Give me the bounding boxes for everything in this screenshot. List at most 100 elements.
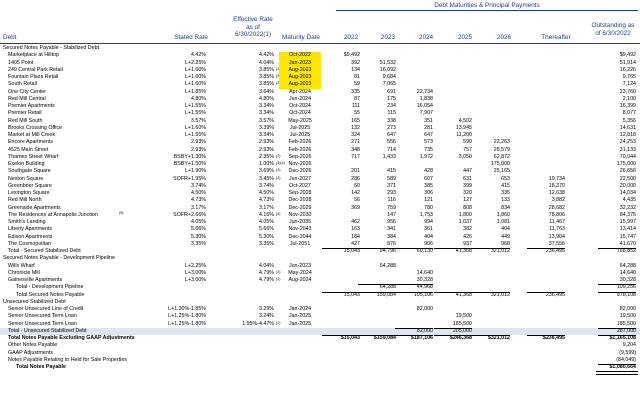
- cell-outstanding: 14,631: [619, 124, 636, 131]
- cell-2023: 371: [387, 182, 396, 189]
- effective-rate: 3.34%: [258, 132, 274, 138]
- subtotal-rule: [434, 248, 472, 249]
- cell-outstanding: 4,435: [622, 197, 636, 204]
- cell-outstanding: 9,204: [622, 342, 636, 349]
- maturity-date: Jan-2023: [279, 59, 321, 67]
- table-row: Wills Wharf L+2.25% 4.04% Jun-2023 64,288 64,…: [0, 263, 640, 270]
- subtotal-rule: [434, 292, 472, 293]
- table-row: Other Notes Payable 9,204: [0, 342, 640, 349]
- debt-name: Chronicle Mill: [8, 269, 40, 276]
- subtotal-rule: [598, 248, 636, 249]
- cell-2026: 25,165: [493, 168, 510, 175]
- cell-outstanding: 7,124: [622, 81, 636, 88]
- cell-2024: 735: [424, 146, 433, 153]
- cell-2022: 286: [351, 175, 360, 182]
- debt-name: South Retail: [8, 81, 37, 88]
- cell-2026: 1,860: [496, 211, 510, 218]
- debt-name: Smith's Landing: [8, 219, 46, 225]
- cell-2024: 82,000: [416, 306, 433, 312]
- cell-2022: 59: [354, 81, 360, 88]
- effective-rate: 1.95%-4.47%: [242, 320, 274, 327]
- table-row: Red Mill Central 4.80% 4.80% Jun-2024 87 175 1…: [0, 96, 640, 103]
- cell-outstanding: 175,000: [616, 161, 636, 167]
- cell-2022: 201: [351, 168, 360, 175]
- col-header-2025: 2025: [457, 34, 473, 41]
- cell-outstanding: 84,375: [619, 211, 636, 218]
- maturity-date: Aug-2024: [288, 277, 312, 283]
- debt-name: Senior Unsecured Line of Credit: [8, 306, 84, 312]
- subtotal-rule: [434, 335, 472, 336]
- effective-rate: 4.04%: [258, 262, 274, 269]
- cell-2025: 808: [463, 204, 472, 211]
- maturity-date: Jun-2035: [288, 219, 312, 225]
- cell-2025: 185,500: [452, 320, 472, 327]
- stated-rate: L+1.60%: [184, 74, 206, 80]
- debt-name: Liberty Apartments: [8, 226, 53, 233]
- maturity-date: Jul-2025: [289, 124, 311, 131]
- subtotal-rule: [322, 335, 360, 336]
- cell-2024: $187,106: [410, 335, 433, 341]
- subtotal-rule: [395, 284, 433, 285]
- maturity-date: Aug-2023: [279, 66, 321, 74]
- subtotal-rule: [472, 248, 510, 249]
- effective-rate: 3.35%: [258, 240, 274, 247]
- cell-outstanding: 14,034: [619, 190, 636, 196]
- subtotal-rule: [395, 248, 433, 249]
- cell-2024: 16,054: [416, 103, 433, 109]
- cell-thereafter: 236,495: [545, 248, 565, 254]
- stated-rate: 4.73%: [190, 197, 206, 204]
- subtotal-rule: [395, 328, 433, 329]
- maturity-date: Sep-2028: [288, 190, 312, 196]
- stated-rate: L+1.85%: [184, 88, 206, 95]
- cell-2025: 757: [463, 146, 472, 153]
- effective-rate: 3.74%: [258, 182, 274, 189]
- cell-outstanding: 64,288: [619, 262, 636, 269]
- cell-2022: 392: [351, 59, 360, 66]
- maturity-date: Jan-2024: [288, 306, 312, 312]
- table-row: Red Mill North 4.73% 4.73% Dec-2028 56 116 121…: [0, 197, 640, 204]
- cell-2024: 306: [424, 190, 433, 196]
- debt-name: Premier Apartments: [8, 103, 55, 109]
- maturity-date: May-2025: [288, 117, 312, 124]
- cell-2026: 335: [501, 190, 510, 196]
- maturity-date: Nov-2026: [288, 161, 312, 167]
- stated-rate: L+1.60%: [184, 124, 206, 131]
- cell-2025: 205,000: [452, 327, 472, 334]
- cell-outstanding: 19,500: [619, 313, 636, 320]
- cell-outstanding: (9,599): [619, 349, 636, 356]
- section-header-row: Secured Notes Payable - Stabilized Debt: [0, 45, 640, 52]
- table-row: GAAP Adjustments (9,599): [0, 350, 640, 357]
- maturity-date: Jul-2025: [289, 132, 311, 138]
- debt-maturity-sheet: Debt Maturities & Principal Payments Deb…: [0, 0, 640, 416]
- stated-rate: L+1.25%-1.80%: [168, 320, 206, 327]
- stated-rate: 3.57%: [190, 117, 206, 124]
- debt-name: GAAP Adjustments: [8, 349, 53, 356]
- cell-2022: 369: [351, 204, 360, 211]
- cell-thereafter: 3,882: [551, 197, 565, 204]
- cell-2025: 426: [463, 233, 472, 240]
- stated-rate: 4.50%: [190, 190, 206, 196]
- cell-2022: 111: [351, 103, 360, 109]
- table-row: Red Mill South 3.57% 3.57% May-2025 165 338 35…: [0, 118, 640, 125]
- col-header-2022: 2022: [343, 34, 359, 41]
- debt-name: Lexington Square: [8, 190, 50, 196]
- cell-outstanding: 23,760: [619, 88, 636, 95]
- debt-name: Encore Apartments: [8, 139, 54, 146]
- effective-rate: 4.80%: [258, 95, 274, 102]
- cell-2026: 175,000: [490, 161, 510, 167]
- debt-name: Total Secured Notes Payable: [16, 291, 85, 298]
- cell-2022: 184: [351, 233, 360, 240]
- cell-2024: 906: [424, 240, 433, 247]
- group-header: Debt Maturities & Principal Payments: [434, 2, 540, 9]
- maturity-date: Aug-2023: [279, 81, 321, 89]
- grand-total-double-rule: [596, 371, 638, 375]
- effective-rate: 2.93%: [258, 146, 274, 153]
- cell-2023: 64,288: [379, 284, 396, 291]
- cell-2025: 41,368: [455, 248, 472, 254]
- maturity-date: Oct-2022: [279, 52, 321, 60]
- cell-2023: 714: [387, 146, 396, 153]
- cell-outstanding: 70,044: [619, 153, 636, 160]
- effective-rate: 3.85%: [258, 81, 274, 88]
- cell-2023: 1,433: [382, 153, 396, 160]
- effective-rate: 3.39%: [258, 124, 274, 131]
